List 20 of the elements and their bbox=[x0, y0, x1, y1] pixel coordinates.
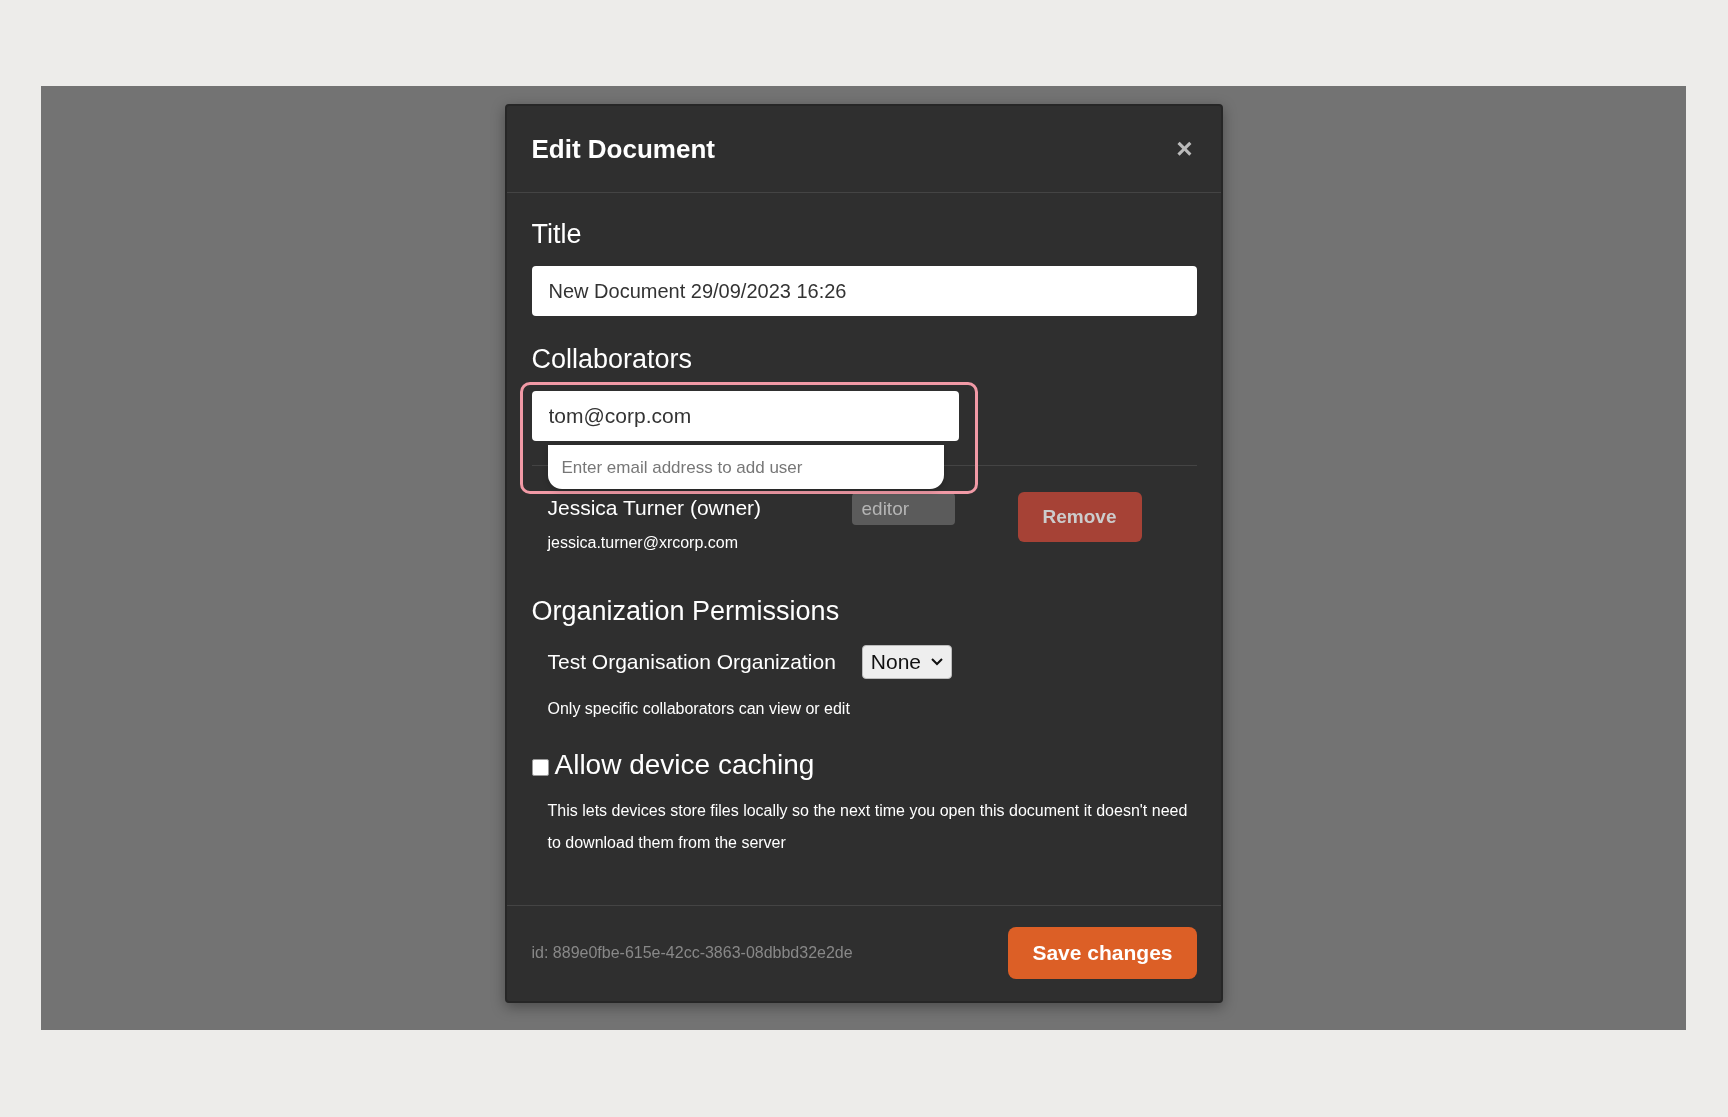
organization-name: Test Organisation Organization bbox=[547, 650, 836, 674]
user-email: jessica.turner@xrcorp.com bbox=[547, 534, 739, 552]
document-id: id: 889e0fbe-615e-42cc-3863-08dbbd32e2de bbox=[531, 944, 853, 962]
title-label: Title bbox=[531, 219, 583, 250]
remove-button[interactable]: Remove bbox=[1017, 492, 1142, 542]
permission-select[interactable]: None bbox=[861, 645, 953, 679]
save-changes-button[interactable]: Save changes bbox=[1008, 927, 1197, 979]
dialog-title: Edit Document bbox=[531, 133, 715, 165]
organization-permissions-heading: Organization Permissions bbox=[531, 596, 841, 627]
caching-description: This lets devices store files locally so the next time you open this document it doesn't need to download them from the server bbox=[547, 801, 1189, 853]
chevron-down-icon bbox=[931, 658, 944, 666]
permission-description: Only specific collaborators can view or edit bbox=[547, 699, 851, 719]
user-name: Jessica Turner (owner) bbox=[547, 496, 763, 520]
email-input[interactable]: tom@corp.com bbox=[531, 391, 959, 441]
close-button[interactable]: × bbox=[1172, 133, 1197, 165]
title-input[interactable]: New Document 29/09/2023 16:26 bbox=[531, 266, 1197, 316]
collaborators-label: Collaborators bbox=[531, 344, 694, 375]
caching-label: Allow device caching bbox=[554, 749, 815, 781]
caching-checkbox[interactable] bbox=[531, 758, 549, 776]
hint-tooltip: Enter email address to add user bbox=[547, 445, 944, 489]
